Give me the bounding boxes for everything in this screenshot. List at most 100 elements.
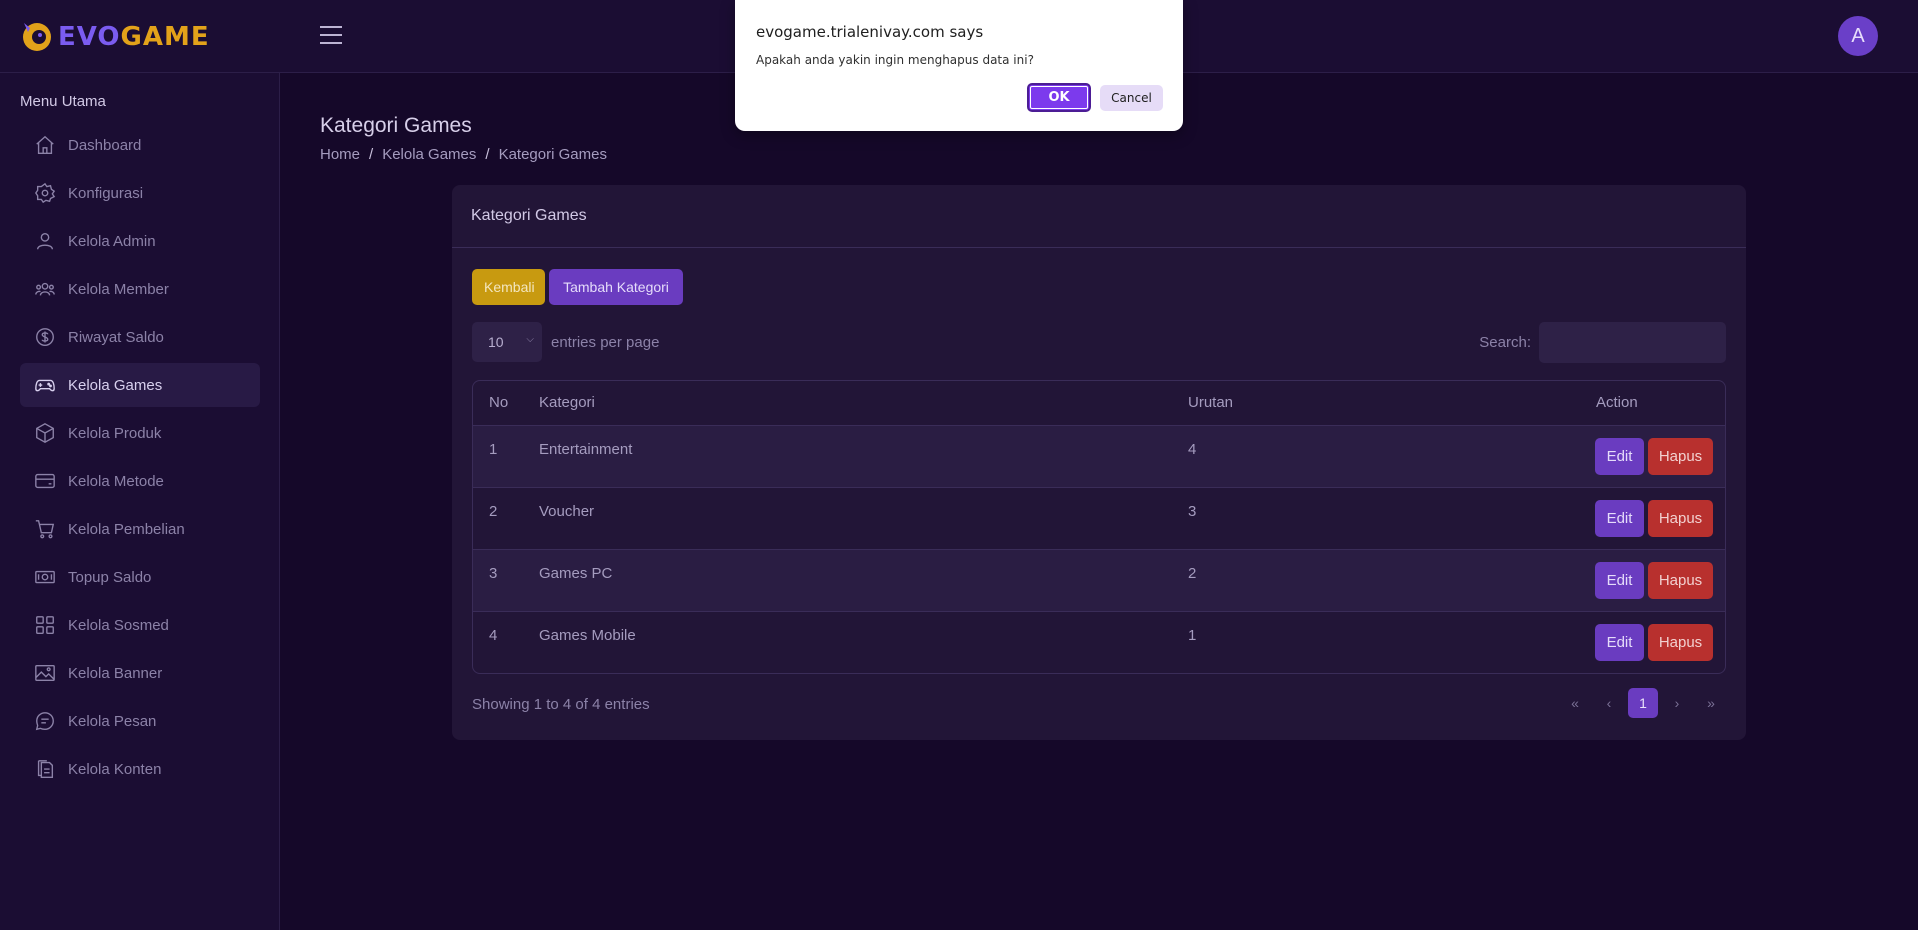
column-header-urutan[interactable]: Urutan [1188,394,1233,411]
cell-urutan: 1 [1188,627,1197,644]
pagination-first[interactable]: « [1560,688,1590,718]
ok-button[interactable]: OK [1027,83,1091,112]
edit-button[interactable]: Edit [1595,500,1644,537]
cancel-button[interactable]: Cancel [1100,85,1163,111]
dialog-title: evogame.trialenivay.com says [756,23,984,41]
edit-button[interactable]: Edit [1595,438,1644,475]
sidebar-item-label: Kelola Konten [68,760,162,778]
column-header-kategori[interactable]: Kategori [539,394,595,411]
cell-kategori: Voucher [539,503,595,520]
pagination-page-1[interactable]: 1 [1628,688,1658,718]
pagination-last[interactable]: » [1696,688,1726,718]
breadcrumb: Home / Kelola Games / Kategori Games [320,146,607,163]
table-header: No Kategori Urutan Action [473,381,1725,426]
entries-value: 10 [488,334,504,350]
sidebar-item-label: Kelola Admin [68,232,156,250]
breadcrumb-kelola-games[interactable]: Kelola Games [382,146,476,163]
cell-kategori: Games Mobile [539,627,636,644]
sidebar-item-label: Kelola Games [68,376,163,394]
image-icon [35,664,55,682]
breadcrumb-current: Kategori Games [498,146,607,163]
gamepad-icon [35,379,55,392]
sidebar-item-kelola-banner[interactable]: Kelola Banner [20,651,260,695]
sidebar-item-kelola-pesan[interactable]: Kelola Pesan [20,699,260,743]
card-title: Kategori Games [452,185,1746,248]
sidebar-item-kelola-konten[interactable]: Kelola Konten [20,747,260,791]
sidebar-item-kelola-admin[interactable]: Kelola Admin [20,219,260,263]
search-input[interactable] [1539,322,1726,363]
entries-control: 10 ⌵ entries per page [472,322,659,362]
sidebar-item-label: Konfigurasi [68,184,144,202]
entries-per-page-select[interactable]: 10 ⌵ [472,322,542,362]
sidebar-item-konfigurasi[interactable]: Konfigurasi [20,171,260,215]
delete-button[interactable]: Hapus [1648,624,1713,661]
search-label: Search: [1479,334,1531,351]
gear-icon [35,182,56,204]
menu-toggle-icon[interactable] [320,26,342,46]
kategori-card: Kategori Games Kembali Tambah Kategori 1… [452,185,1746,740]
sidebar-item-kelola-sosmed[interactable]: Kelola Sosmed [20,603,260,647]
sidebar-item-label: Kelola Metode [68,472,164,490]
sidebar: Menu Utama Dashboard Konfigurasi Kelola … [0,73,280,930]
chevron-down-icon: ⌵ [526,334,534,345]
sidebar-item-label: Topup Saldo [68,568,152,586]
dollar-icon [36,328,54,346]
sidebar-item-label: Kelola Produk [68,424,162,442]
sidebar-menu: Dashboard Konfigurasi Kelola Admin Kelol… [20,123,260,795]
cell-urutan: 2 [1188,565,1197,582]
showing-entries-text: Showing 1 to 4 of 4 entries [472,696,650,713]
sidebar-title: Menu Utama [20,93,106,110]
logo-icon [23,23,51,51]
column-header-no[interactable]: No [489,394,508,411]
search-control: Search: [1479,322,1726,363]
dialog-message: Apakah anda yakin ingin menghapus data i… [756,53,1034,67]
sidebar-item-kelola-pembelian[interactable]: Kelola Pembelian [20,507,260,551]
cell-kategori: Games PC [539,565,613,582]
entries-label: entries per page [551,333,660,351]
sidebar-item-kelola-games[interactable]: Kelola Games [20,363,260,407]
pagination-next[interactable]: › [1662,688,1692,718]
home-icon [36,135,54,154]
cell-no: 4 [489,627,498,644]
add-category-button[interactable]: Tambah Kategori [549,269,683,305]
table-row: 4 Games Mobile 1 Edit Hapus [473,612,1725,673]
sidebar-item-label: Riwayat Saldo [68,328,164,346]
logo-text: EVOGAME [58,22,210,52]
table-row: 2 Voucher 3 Edit Hapus [473,488,1725,550]
sidebar-item-riwayat-saldo[interactable]: Riwayat Saldo [20,315,260,359]
logo[interactable]: EVOGAME [20,18,210,56]
confirm-dialog: evogame.trialenivay.com says Apakah anda… [735,0,1183,131]
delete-button[interactable]: Hapus [1648,500,1713,537]
sidebar-item-kelola-member[interactable]: Kelola Member [20,267,260,311]
sidebar-item-kelola-produk[interactable]: Kelola Produk [20,411,260,455]
breadcrumb-separator: / [369,146,374,163]
sidebar-item-label: Kelola Pesan [68,712,157,730]
pagination-prev[interactable]: ‹ [1594,688,1624,718]
cell-kategori: Entertainment [539,441,633,458]
chat-icon [35,712,54,731]
cell-no: 1 [489,441,498,458]
document-icon [37,760,54,778]
edit-button[interactable]: Edit [1595,624,1644,661]
breadcrumb-home[interactable]: Home [320,146,360,163]
cell-no: 3 [489,565,498,582]
kategori-table: No Kategori Urutan Action 1 Entertainmen… [472,380,1726,674]
user-icon [36,232,54,250]
cell-urutan: 3 [1188,503,1197,520]
avatar[interactable]: A [1838,16,1878,56]
back-button[interactable]: Kembali [472,269,545,305]
sidebar-item-label: Kelola Sosmed [68,616,169,634]
delete-button[interactable]: Hapus [1648,562,1713,599]
edit-button[interactable]: Edit [1595,562,1644,599]
cart-icon [35,520,55,539]
table-row: 3 Games PC 2 Edit Hapus [473,550,1725,612]
card-icon [35,473,55,489]
sidebar-item-kelola-metode[interactable]: Kelola Metode [20,459,260,503]
sidebar-item-label: Kelola Banner [68,664,163,682]
users-icon [35,282,55,296]
pagination: « ‹ 1 › » [1556,688,1726,718]
sidebar-item-topup-saldo[interactable]: Topup Saldo [20,555,260,599]
delete-button[interactable]: Hapus [1648,438,1713,475]
sidebar-item-label: Kelola Member [68,280,169,298]
sidebar-item-dashboard[interactable]: Dashboard [20,123,260,167]
